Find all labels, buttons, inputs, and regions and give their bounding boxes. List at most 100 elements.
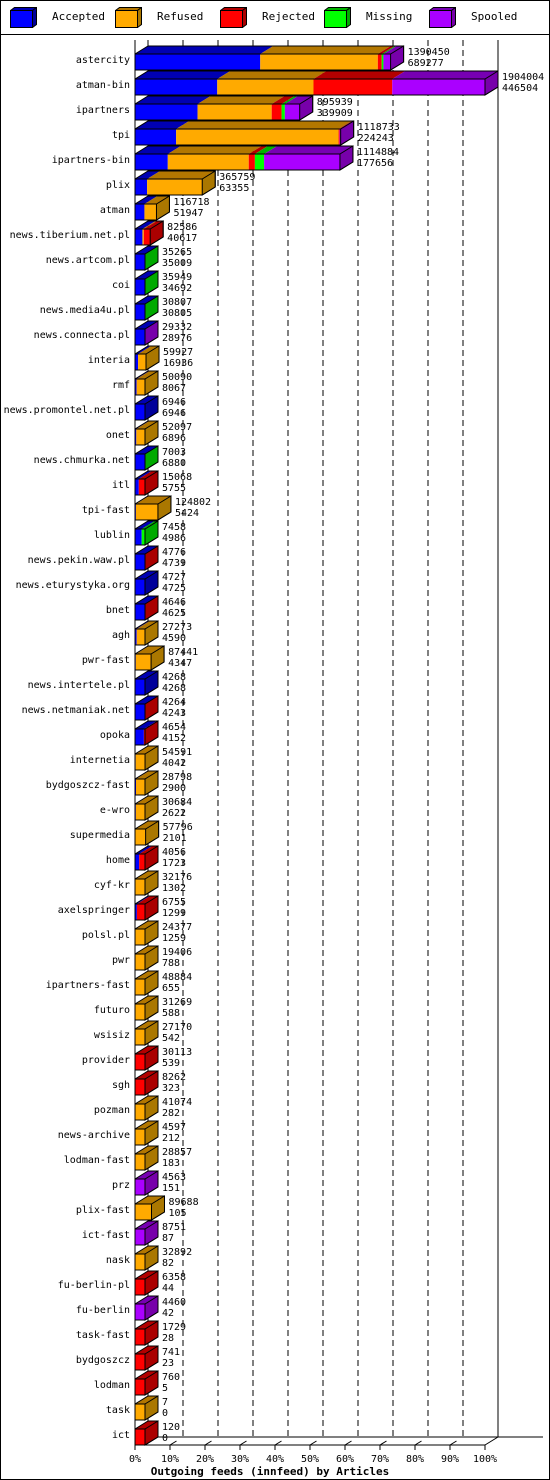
accepted-value-label: 8067 bbox=[162, 383, 186, 394]
accepted-value-label: 4268 bbox=[162, 683, 186, 694]
accepted-value-label: 224243 bbox=[358, 133, 394, 144]
total-value-label: 1904004 bbox=[502, 72, 544, 83]
x-tick-label: 0% bbox=[129, 1454, 141, 1465]
bar-segment-spooled bbox=[392, 79, 485, 95]
bar-segment-rejected bbox=[135, 1079, 145, 1095]
category-label: coi bbox=[112, 280, 130, 291]
category-label: provider bbox=[82, 1055, 130, 1066]
bar-segment-accepted bbox=[135, 554, 145, 570]
total-value-label: 31269 bbox=[162, 997, 192, 1008]
total-value-label: 57796 bbox=[163, 822, 193, 833]
accepted-value-label: 30805 bbox=[162, 308, 192, 319]
bar-segment-rejected bbox=[135, 1329, 145, 1345]
x-tick-depth bbox=[344, 1440, 352, 1446]
accepted-value-label: 1299 bbox=[162, 908, 186, 919]
accepted-value-label: 4739 bbox=[162, 558, 186, 569]
x-tick-label: 20% bbox=[196, 1454, 214, 1465]
bar-segment-refused bbox=[135, 1154, 145, 1170]
floor-right-edge bbox=[484, 1436, 499, 1446]
category-label: polsl.pl bbox=[82, 930, 130, 941]
category-label: news-archive bbox=[58, 1130, 130, 1141]
bar-segment-refused bbox=[135, 829, 146, 845]
accepted-value-label: 40617 bbox=[167, 233, 197, 244]
category-label: cyf-kr bbox=[94, 880, 130, 891]
bar-pwr-fast bbox=[134, 645, 165, 671]
bar-wsisiz bbox=[134, 1020, 159, 1046]
bar-internetia bbox=[134, 745, 159, 771]
bar-segment-accepted bbox=[135, 704, 145, 720]
x-tick-depth bbox=[379, 1440, 387, 1446]
bar-segment-accepted bbox=[135, 404, 145, 420]
bar-segment-rejected bbox=[135, 1354, 145, 1370]
total-value-label: 24377 bbox=[162, 922, 192, 933]
accepted-value-label: 6896 bbox=[162, 433, 186, 444]
accepted-value-label: 788 bbox=[162, 958, 180, 969]
category-label: pwr bbox=[112, 955, 130, 966]
total-value-label: 4460 bbox=[162, 1297, 186, 1308]
category-label: ict-fast bbox=[82, 1230, 130, 1241]
category-label: atman bbox=[100, 205, 130, 216]
category-label: nask bbox=[106, 1255, 130, 1266]
total-value-label: 741 bbox=[162, 1347, 180, 1358]
x-tick-label: 80% bbox=[406, 1454, 424, 1465]
total-value-label: 27273 bbox=[162, 622, 192, 633]
bar-axelspringer bbox=[134, 895, 159, 921]
bar-segment-refused bbox=[217, 79, 314, 95]
bar-segment-rejected bbox=[135, 1429, 145, 1445]
category-label: task-fast bbox=[76, 1330, 130, 1341]
bar-segment-spooled bbox=[135, 1304, 145, 1320]
bar-cyf-kr bbox=[134, 870, 159, 896]
x-tick-depth bbox=[449, 1440, 457, 1446]
accepted-value-label: 446504 bbox=[502, 83, 538, 94]
bar-provider bbox=[134, 1045, 159, 1071]
x-tick-depth bbox=[274, 1440, 282, 1446]
category-label: axelspringer bbox=[58, 905, 130, 916]
total-value-label: 27170 bbox=[162, 1022, 192, 1033]
bar-lodman bbox=[134, 1370, 159, 1396]
bar-segment-accepted bbox=[135, 604, 145, 620]
bar-top-refused bbox=[217, 71, 327, 79]
bar-segment-refused bbox=[147, 179, 203, 195]
bar-segment-rejected bbox=[135, 1279, 145, 1295]
bar-segment-spooled bbox=[383, 54, 391, 70]
category-label: news.artcom.pl bbox=[46, 255, 130, 266]
x-tick-depth bbox=[414, 1440, 422, 1446]
x-tick-depth bbox=[309, 1440, 317, 1446]
bar-segment-refused bbox=[135, 1204, 152, 1220]
total-value-label: 7003 bbox=[162, 447, 186, 458]
bar-segment-refused bbox=[135, 1254, 145, 1270]
bar-top-spooled bbox=[264, 146, 353, 154]
total-value-label: 4776 bbox=[162, 547, 186, 558]
x-tick-label: 60% bbox=[336, 1454, 354, 1465]
bar-segment-refused bbox=[136, 779, 145, 795]
accepted-value-label: 282 bbox=[162, 1108, 180, 1119]
bar-segment-refused bbox=[135, 804, 145, 820]
category-label: e-wro bbox=[100, 805, 130, 816]
category-label: task bbox=[106, 1405, 130, 1416]
accepted-value-label: 5755 bbox=[162, 483, 186, 494]
total-value-label: 48884 bbox=[162, 972, 192, 983]
accepted-value-label: 4625 bbox=[162, 608, 186, 619]
bar-news.pekin.waw.pl bbox=[134, 545, 159, 571]
bar-task-fast bbox=[134, 1320, 159, 1346]
bar-news.intertele.pl bbox=[134, 670, 159, 696]
bar-futuro bbox=[134, 995, 159, 1021]
accepted-value-label: 51947 bbox=[173, 208, 203, 219]
bar-itl bbox=[134, 470, 159, 496]
bar-segment-accepted bbox=[135, 854, 140, 870]
bar-segment-accepted bbox=[135, 529, 142, 545]
total-value-label: 15068 bbox=[162, 472, 192, 483]
total-value-label: 4727 bbox=[162, 572, 186, 583]
accepted-value-label: 0 bbox=[162, 1433, 168, 1444]
category-label: supermedia bbox=[70, 830, 130, 841]
accepted-value-label: 4725 bbox=[162, 583, 186, 594]
bar-task bbox=[134, 1395, 159, 1421]
accepted-value-label: 1723 bbox=[162, 858, 186, 869]
bar-segment-accepted bbox=[135, 729, 144, 745]
bar-segment-accepted bbox=[135, 679, 145, 695]
bar-agh bbox=[134, 620, 159, 646]
accepted-value-label: 6946 bbox=[162, 408, 186, 419]
accepted-value-label: 44 bbox=[162, 1283, 174, 1294]
x-tick-depth bbox=[204, 1440, 212, 1446]
x-tick-label: 50% bbox=[301, 1454, 319, 1465]
